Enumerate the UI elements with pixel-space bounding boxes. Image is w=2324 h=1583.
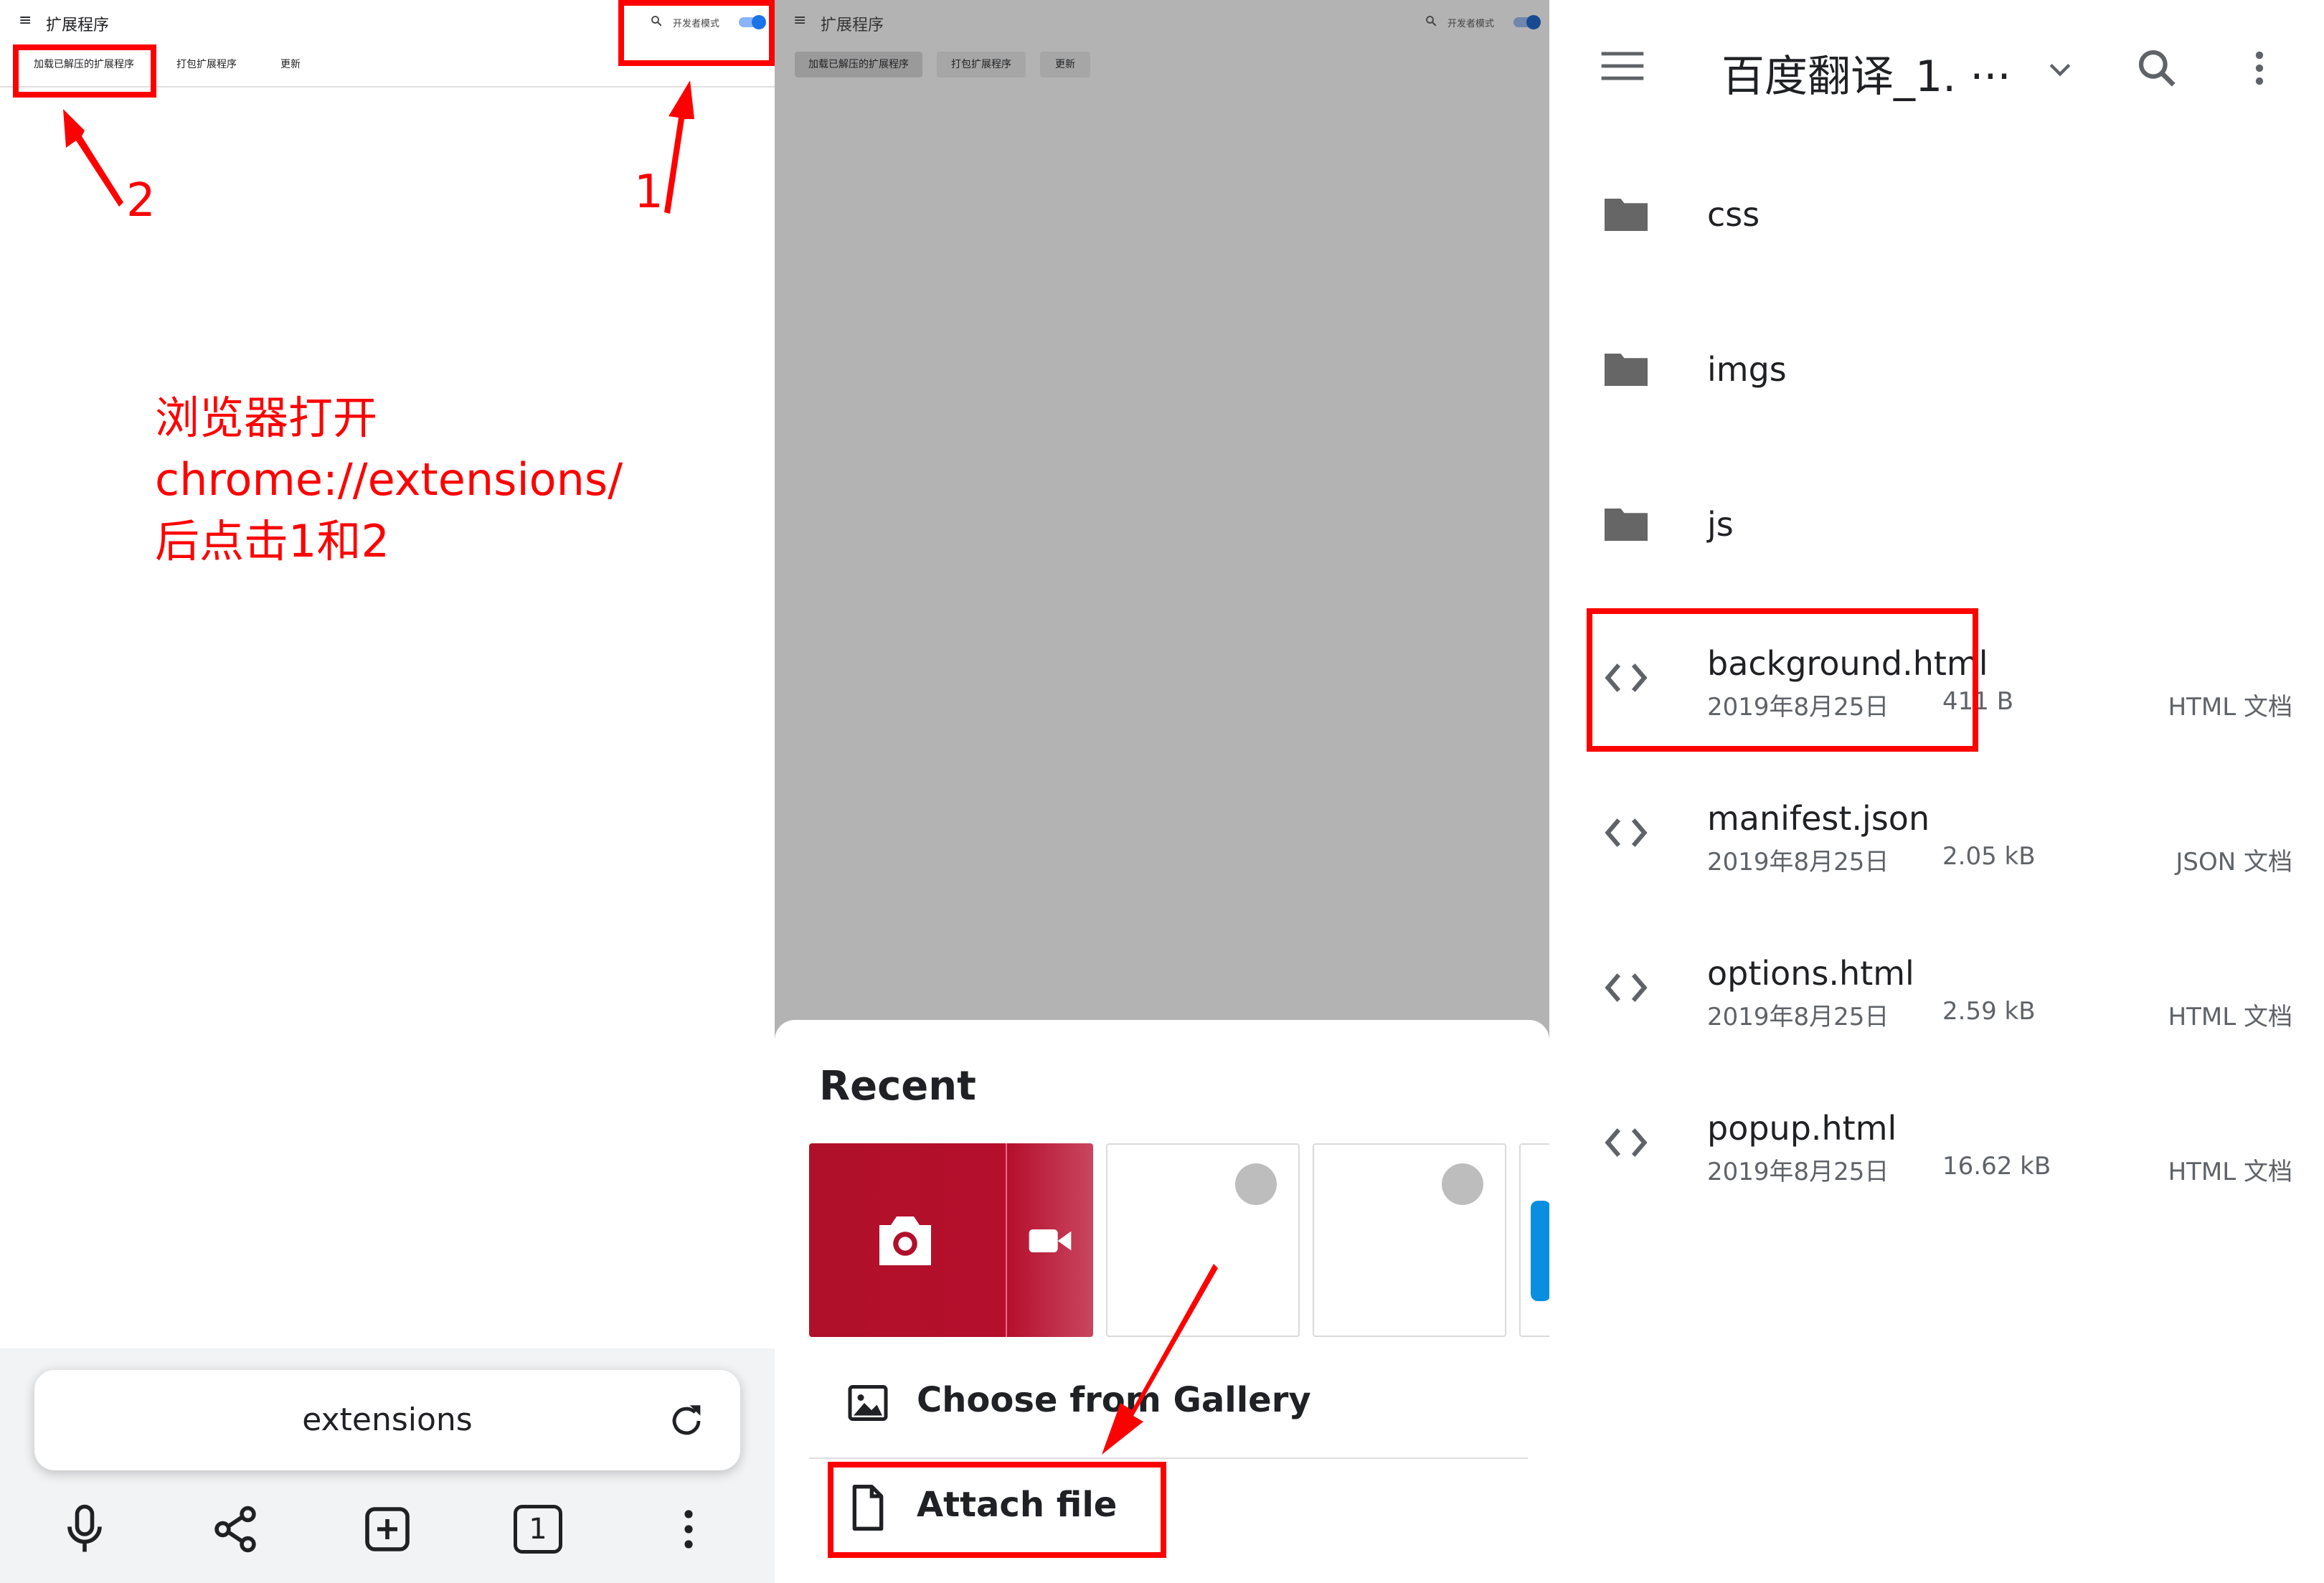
file-date: 2019年8月25日	[1707, 848, 1889, 876]
annotation-box-background	[1587, 608, 1978, 752]
file-type: HTML 文档	[2168, 1003, 2292, 1031]
pack-extension-button: 打包扩展程序	[937, 52, 1026, 77]
address-bar[interactable]: extensions	[34, 1370, 740, 1470]
folder-name: css	[1707, 195, 1760, 234]
file-row[interactable]: popup.html 2019年8月25日 16.62 kB HTML 文档	[1549, 1086, 2324, 1222]
file-size: 16.62 kB	[1942, 1152, 2051, 1181]
menu-icon[interactable]	[1601, 50, 1644, 85]
annotation-arrow	[1102, 1264, 1218, 1455]
share-icon[interactable]	[205, 1499, 265, 1559]
menu-icon: ≡	[793, 11, 807, 29]
file-chooser-sheet: Recent Choose from Gallery Attach file	[775, 1020, 1549, 1583]
folder-title[interactable]: 百度翻译_1. ···	[1721, 42, 2011, 104]
more-vert-icon[interactable]	[658, 1499, 719, 1559]
file-chooser-panel: ≡ 扩展程序 开发者模式 加载已解压的扩展程序 打包扩展程序 更新 Recent	[775, 0, 1549, 1583]
tab-switcher-button[interactable]: 1	[508, 1499, 568, 1559]
code-file-icon	[1604, 971, 1648, 1007]
folder-row[interactable]: js	[1549, 468, 2324, 582]
folder-icon	[1604, 350, 1648, 389]
file-name: options.html	[1707, 954, 1914, 993]
load-unpacked-button: 加载已解压的扩展程序	[795, 52, 922, 77]
file-row[interactable]: options.html 2019年8月25日 2.59 kB HTML 文档	[1549, 931, 2324, 1067]
file-type: JSON 文档	[2176, 848, 2292, 876]
file-date: 2019年8月25日	[1707, 1003, 1889, 1031]
file-date: 2019年8月25日	[1707, 1158, 1889, 1186]
microphone-icon[interactable]	[55, 1499, 115, 1559]
folder-row[interactable]: css	[1549, 158, 2324, 273]
instruction-line-3: 后点击1和2	[155, 515, 389, 567]
extensions-page-panel: ≡ 扩展程序 开发者模式 加载已解压的扩展程序 打包扩展程序 更新 2 1 浏览…	[0, 0, 775, 1583]
dev-mode-toggle	[1513, 14, 1542, 30]
chevron-down-icon[interactable]	[2044, 53, 2076, 88]
file-manager-panel: 百度翻译_1. ··· css imgs js background.html …	[1549, 0, 2324, 1583]
folder-icon	[1604, 505, 1648, 544]
search-icon	[1425, 14, 1437, 30]
folder-name: imgs	[1707, 350, 1787, 389]
folder-icon	[1604, 195, 1648, 234]
folder-row[interactable]: imgs	[1549, 313, 2324, 427]
code-file-icon	[1604, 816, 1648, 852]
annotation-label-1: 1	[634, 166, 663, 219]
tab-count: 1	[514, 1505, 562, 1554]
file-name: popup.html	[1707, 1109, 1897, 1148]
file-row[interactable]: manifest.json 2019年8月25日 2.05 kB JSON 文档	[1549, 776, 2324, 912]
file-size: 2.05 kB	[1942, 842, 2036, 871]
dev-mode-label: 开发者模式	[1447, 19, 1495, 29]
file-type: HTML 文档	[2168, 1158, 2292, 1186]
annotation-label-2: 2	[126, 174, 156, 227]
file-name: manifest.json	[1707, 799, 1930, 838]
address-text: extensions	[302, 1402, 473, 1438]
instruction-line-1: 浏览器打开	[155, 392, 378, 444]
file-size: 2.59 kB	[1942, 997, 2036, 1026]
code-file-icon	[1604, 1126, 1648, 1162]
instruction-line-2: chrome://extensions/	[155, 453, 623, 506]
page-title: 扩展程序	[821, 16, 884, 34]
update-button: 更新	[1040, 52, 1090, 77]
folder-name: js	[1707, 505, 1734, 544]
new-tab-icon[interactable]	[357, 1499, 417, 1559]
search-icon[interactable]	[2135, 46, 2179, 93]
more-vert-icon[interactable]	[2244, 46, 2275, 93]
reload-icon[interactable]	[666, 1400, 707, 1445]
file-type: HTML 文档	[2168, 693, 2292, 722]
